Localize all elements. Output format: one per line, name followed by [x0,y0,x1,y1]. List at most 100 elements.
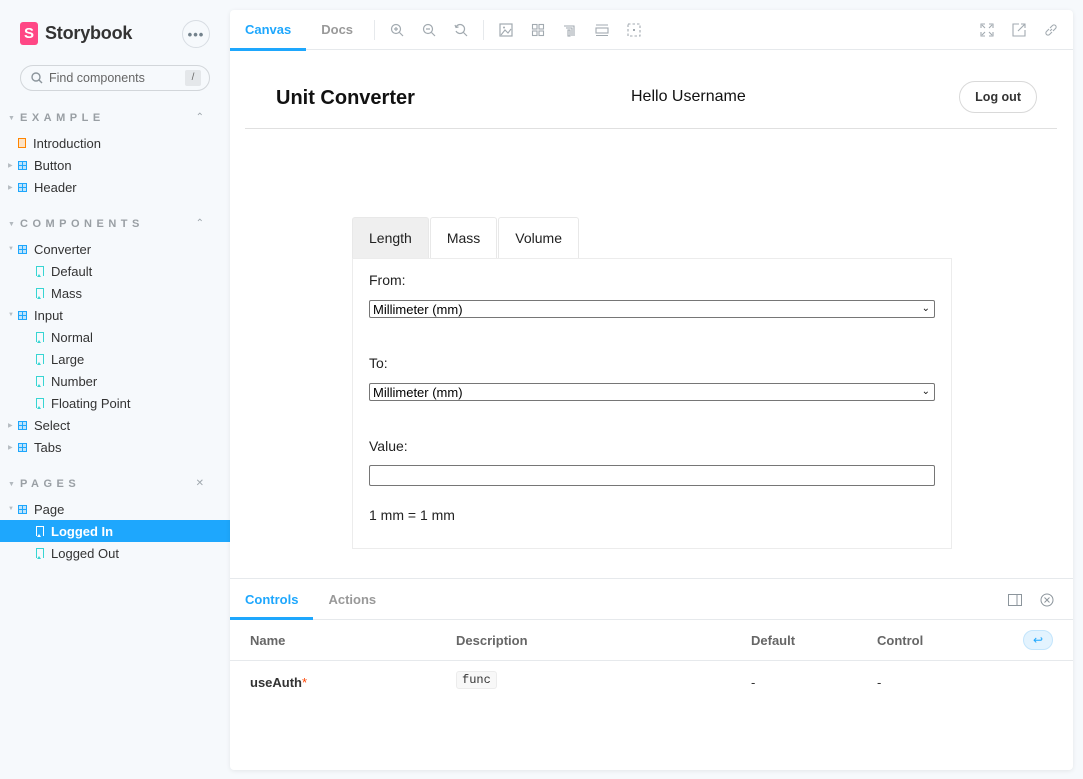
sidebar-item-converter-mass[interactable]: Mass [0,282,230,304]
component-icon [18,182,27,192]
tab-controls[interactable]: Controls [230,579,314,620]
grid-button[interactable] [522,10,554,50]
bookmark-icon [36,332,44,343]
prop-name: useAuth* [250,675,308,690]
sidebar-item-input-normal[interactable]: Normal [0,326,230,348]
conversion-result: 1 mm = 1 mm [369,507,455,523]
sidebar-item-label: Select [34,417,71,433]
toolbar-divider [483,19,485,40]
sidebar-item-introduction[interactable]: Introduction [0,132,230,154]
sidebar-item-converter-default[interactable]: Default [0,260,230,282]
table-row: useAuth* func - - [230,661,1073,703]
bookmark-icon [36,376,44,387]
measure-icon [595,23,609,36]
bookmark-icon [36,548,44,559]
document-icon [18,138,26,148]
section-title: EXAMPLE [20,112,105,124]
component-icon [18,442,27,452]
tab-docs[interactable]: Docs [306,10,368,50]
tab-mass[interactable]: Mass [429,217,498,258]
sidebar-item-input-floating-point[interactable]: Floating Point [0,392,230,414]
open-new-tab-icon [1012,23,1026,37]
sidebar: S Storybook ••• / ▼ EXAMPLE ⌃ Introducti… [0,0,230,779]
open-new-tab-button[interactable] [1003,10,1035,50]
fullscreen-button[interactable] [971,10,1003,50]
collapse-icon[interactable]: ✕ [196,477,204,491]
outline-button[interactable] [554,10,586,50]
caret-right-icon: ▶ [8,422,13,429]
sidebar-item-button[interactable]: ▶ Button [0,154,230,176]
from-select[interactable]: Millimeter (mm) ⌄ [369,300,935,318]
tab-length[interactable]: Length [352,217,429,258]
brand-name: Storybook [45,23,133,43]
measure-button[interactable] [586,10,618,50]
ellipsis-icon: ••• [187,26,205,42]
expand-collapse-icon[interactable]: ⌃ [196,217,204,231]
section-header-components[interactable]: ▼ COMPONENTS ⌃ [8,217,218,231]
bookmark-icon [36,288,44,299]
sidebar-item-label: Header [34,179,77,195]
sidebar-item-input[interactable]: ▼ Input [0,304,230,326]
sidebar-item-logged-in[interactable]: Logged In [0,520,230,542]
zoom-out-icon [422,23,436,36]
component-icon [18,504,27,514]
zoom-out-button[interactable] [413,10,445,50]
sidebar-toggle-icon [1008,593,1022,606]
copy-link-button[interactable] [1035,10,1067,50]
viewport-button[interactable] [618,10,650,50]
reset-controls-button[interactable]: ↩ [1023,630,1053,650]
sidebar-item-logged-out[interactable]: Logged Out [0,542,230,564]
bookmark-icon [36,526,44,537]
viewport-icon [627,22,641,37]
sidebar-menu-button[interactable]: ••• [182,20,210,48]
sidebar-item-input-large[interactable]: Large [0,348,230,370]
panel-orientation-button[interactable] [999,593,1031,606]
caret-right-icon: ▶ [8,444,13,451]
sidebar-item-select[interactable]: ▶ Select [0,414,230,436]
background-button[interactable] [490,10,522,50]
column-description: Description [456,633,528,648]
sidebar-item-label: Large [51,351,85,367]
sidebar-item-label: Input [34,307,63,323]
section-header-pages[interactable]: ▼ PAGES ✕ [8,477,218,491]
brand[interactable]: S Storybook [20,22,132,45]
controls-table: Name Description Default Control ↩ useAu… [230,620,1073,703]
sidebar-item-tabs[interactable]: ▶ Tabs [0,436,230,458]
section-title: COMPONENTS [20,218,144,230]
tab-canvas[interactable]: Canvas [230,10,307,51]
toolbar-right [971,10,1067,50]
tab-actions[interactable]: Actions [313,579,391,619]
search-box[interactable]: / [20,65,210,91]
expand-collapse-icon[interactable]: ⌃ [196,111,204,125]
column-name: Name [250,633,286,648]
zoom-in-button[interactable] [381,10,413,50]
sidebar-item-label: Button [34,157,72,173]
caret-down-icon: ▼ [8,480,15,488]
sidebar-item-page[interactable]: ▼ Page [0,498,230,520]
section-header-example[interactable]: ▼ EXAMPLE ⌃ [8,111,218,125]
close-panel-button[interactable] [1031,593,1063,607]
background-icon [499,22,513,37]
tab-volume[interactable]: Volume [498,217,579,258]
logout-button[interactable]: Log out [959,81,1037,113]
greeting: Hello Username [631,88,746,105]
sidebar-item-input-number[interactable]: Number [0,370,230,392]
value-label: Value: [369,438,408,454]
search-input[interactable] [49,71,179,85]
copy-link-icon [1045,24,1057,36]
to-select[interactable]: Millimeter (mm) ⌄ [369,383,935,401]
sidebar-item-label: Converter [34,241,92,257]
sidebar-item-converter[interactable]: ▼ Converter [0,238,230,260]
zoom-reset-icon [454,23,468,36]
search-shortcut-badge: / [185,70,201,86]
from-label: From: [369,272,406,288]
sidebar-item-header[interactable]: ▶ Header [0,176,230,198]
search-icon [31,72,43,84]
close-icon [1040,593,1054,606]
zoom-reset-button[interactable] [445,10,477,50]
prop-control: - [877,675,882,690]
sidebar-item-label: Default [51,263,93,279]
sidebar-item-label: Normal [51,329,93,345]
value-input[interactable] [369,465,935,486]
main-panel: Canvas Docs Unit Converter Hello Usernam… [230,10,1073,770]
